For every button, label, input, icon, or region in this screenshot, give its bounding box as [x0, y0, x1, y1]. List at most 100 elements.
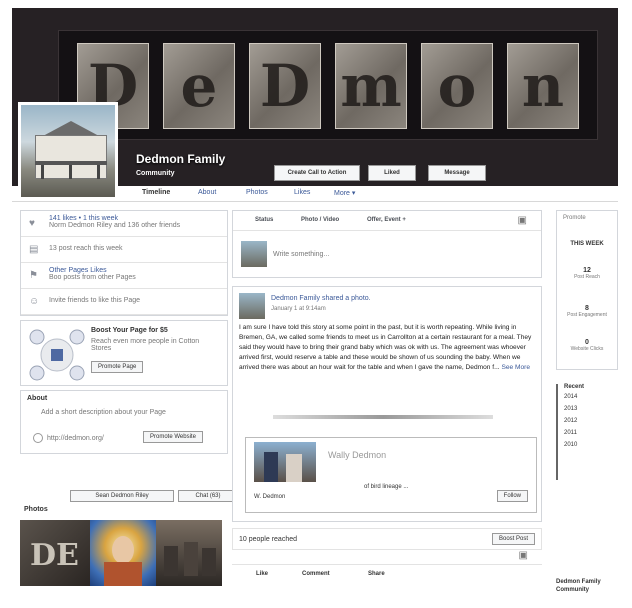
post-time[interactable]: January 1 at 9:14am: [271, 306, 326, 312]
person-add-icon: ☺: [29, 296, 40, 307]
share-action[interactable]: Share: [368, 571, 385, 577]
year-link[interactable]: 2011: [564, 430, 618, 436]
post-card: Dedmon Family shared a photo. January 1 …: [232, 286, 542, 522]
likes-count[interactable]: 141 likes • 1 this week: [49, 215, 221, 222]
about-box: About Add a short description about your…: [20, 390, 228, 454]
this-week-label: THIS WEEK: [570, 241, 604, 247]
composer-input[interactable]: Write something...: [273, 251, 329, 258]
person-silhouette: [202, 548, 216, 576]
camera-icon[interactable]: ▣: [519, 550, 528, 561]
cover-tile: m: [335, 43, 407, 129]
chart-icon: ▤: [29, 244, 39, 255]
likes-friends: Norm Dedmon Riley and 136 other friends: [49, 222, 181, 229]
invite-row[interactable]: ☺ Invite friends to like this Page: [21, 289, 227, 315]
composer-avatar: [241, 241, 267, 267]
tag-sean[interactable]: Sean Dedmon Riley: [70, 490, 174, 502]
message-button[interactable]: Message: [428, 165, 486, 181]
like-action[interactable]: Like: [256, 571, 268, 577]
page-name[interactable]: Dedmon Family: [136, 152, 225, 166]
post-icons-row: ▣: [232, 550, 542, 564]
divider-shadow: [273, 415, 493, 419]
right-column: Promote THIS WEEK 12 Post Reach 8 Post E…: [556, 210, 618, 593]
tab-photo-video[interactable]: Photo / Video: [301, 217, 339, 223]
promo-box: Boost Your Page for $5 Reach even more p…: [20, 320, 228, 386]
promote-header: Promote: [563, 215, 586, 221]
stat-website-clicks[interactable]: 0 Website Clicks: [557, 339, 617, 352]
post-body: I am sure I have told this story at some…: [239, 323, 535, 373]
shared-name[interactable]: Wally Dedmon: [328, 450, 386, 460]
nav-photos[interactable]: Photos: [246, 189, 268, 196]
promote-website-button[interactable]: Promote Website: [143, 431, 203, 443]
nav-more[interactable]: More ▾: [334, 189, 355, 197]
page-stats-box: ♥ 141 likes • 1 this week Norm Dedmon Ri…: [20, 210, 228, 316]
year-link[interactable]: 2012: [564, 418, 618, 424]
composer-tabs: Status Photo / Video Offer, Event + ▣: [233, 211, 541, 231]
stat-post-reach[interactable]: 12 Post Reach: [557, 267, 617, 280]
tab-offer-event[interactable]: Offer, Event +: [367, 217, 406, 223]
page-category[interactable]: Community: [136, 170, 175, 177]
comment-action[interactable]: Comment: [302, 571, 330, 577]
create-call-to-action-button[interactable]: Create Call to Action: [274, 165, 360, 181]
photos-strip[interactable]: DE: [20, 520, 222, 586]
porch-post: [41, 165, 44, 179]
year-link[interactable]: 2014: [564, 394, 618, 400]
year-link[interactable]: 2010: [564, 442, 618, 448]
stat-label: Post Engagement: [567, 312, 607, 318]
photos-title: Photos: [24, 506, 48, 513]
year-link[interactable]: 2013: [564, 406, 618, 412]
promote-page-button[interactable]: Promote Page: [91, 361, 144, 373]
photo-thumb-portrait[interactable]: [90, 520, 156, 586]
person-silhouette: [164, 546, 178, 576]
shared-card[interactable]: Wally Dedmon of bird lineage ... W. Dedm…: [245, 437, 537, 513]
about-prompt[interactable]: Add a short description about your Page: [41, 409, 166, 416]
invite-friends-link[interactable]: Invite friends to like this Page: [49, 293, 221, 304]
nav-timeline[interactable]: Timeline: [142, 189, 170, 196]
shared-photo[interactable]: [254, 442, 316, 482]
cover-tile: e: [163, 43, 235, 129]
photo-thumb[interactable]: DE: [20, 520, 90, 586]
portrait-body: [104, 562, 142, 586]
recent-label[interactable]: Recent: [564, 384, 618, 390]
shared-link[interactable]: W. Dedmon: [254, 494, 285, 500]
website-link[interactable]: http://dedmon.org/: [47, 435, 104, 442]
post-reach-text: 13 post reach this week: [49, 245, 123, 252]
flag-icon: ⚑: [29, 270, 38, 281]
nav-likes[interactable]: Likes: [294, 189, 310, 196]
insights-box: Promote THIS WEEK 12 Post Reach 8 Post E…: [556, 210, 618, 370]
stat-value: 8: [585, 305, 589, 312]
post-body-text: I am sure I have told this story at some…: [239, 324, 532, 371]
nav-about[interactable]: About: [198, 189, 216, 196]
see-more-link[interactable]: See More: [501, 364, 530, 371]
post-actions: Like Comment Share: [232, 564, 542, 584]
footer-page-name[interactable]: Dedmon Family Community: [556, 578, 618, 594]
other-pages-row[interactable]: ⚑ Other Pages Likes Boo posts from other…: [21, 263, 227, 289]
stat-value: 12: [583, 267, 591, 274]
globe-icon: [33, 433, 43, 443]
post-avatar: [239, 293, 265, 319]
promo-network-icon: [29, 329, 85, 381]
stat-label: Post Reach: [574, 274, 600, 280]
tab-status[interactable]: Status: [255, 217, 273, 223]
thumbs-up-icon: ♥: [29, 218, 35, 229]
porch-post: [69, 165, 72, 179]
follow-button[interactable]: Follow: [496, 490, 528, 502]
likes-row[interactable]: ♥ 141 likes • 1 this week Norm Dedmon Ri…: [21, 211, 227, 237]
center-column: Status Photo / Video Offer, Event + ▣ Wr…: [232, 210, 542, 584]
other-pages-title[interactable]: Other Pages Likes: [49, 267, 221, 274]
cover-frame: D e D m o n: [58, 30, 598, 140]
portrait-face: [112, 536, 134, 564]
profile-picture[interactable]: [18, 102, 118, 200]
promo-sub: Reach even more people in Cotton Stores: [91, 338, 200, 352]
liked-button[interactable]: Liked: [368, 165, 416, 181]
boost-post-button[interactable]: Boost Post: [491, 533, 535, 545]
tag-chat[interactable]: Chat (63): [178, 490, 238, 502]
camera-icon[interactable]: ▣: [518, 215, 527, 226]
reached-text[interactable]: 10 people reached: [239, 536, 297, 543]
photo-thumb-people[interactable]: [156, 520, 222, 586]
post-author[interactable]: Dedmon Family shared a photo.: [271, 295, 371, 302]
promo-title: Boost Your Page for $5: [91, 327, 168, 334]
stat-value: 0: [585, 339, 589, 346]
cover-tile: D: [249, 43, 321, 129]
post-reach-row[interactable]: ▤ 13 post reach this week: [21, 237, 227, 263]
stat-engagement[interactable]: 8 Post Engagement: [557, 305, 617, 318]
